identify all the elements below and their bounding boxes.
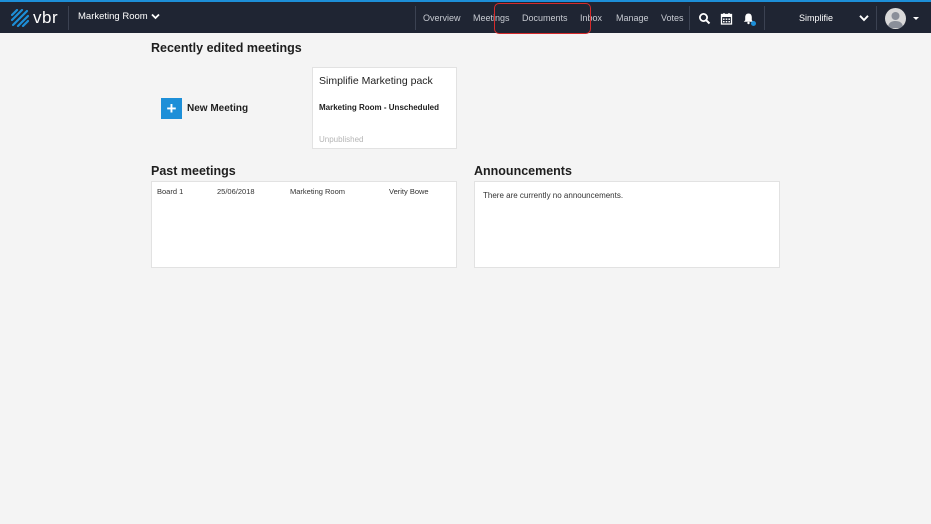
pack-status: Unpublished — [319, 135, 364, 144]
nav-manage[interactable]: Manage — [616, 13, 649, 23]
meeting-name: Board 1 — [157, 187, 184, 196]
pack-subtitle: Marketing Room - Unscheduled — [319, 103, 440, 112]
new-meeting-label: New Meeting — [187, 103, 249, 114]
recent-meetings-title: Recently edited meetings — [151, 41, 302, 55]
vbr-logo-icon — [11, 9, 29, 27]
user-icon — [888, 12, 903, 28]
divider — [876, 6, 877, 30]
room-name: Marketing Room — [78, 11, 148, 22]
top-navigation-bar: vbr Marketing Room Overview Meetings Doc… — [0, 0, 931, 34]
user-avatar[interactable] — [885, 8, 906, 29]
announcements-panel: There are currently no announcements. — [474, 181, 780, 268]
announcements-title: Announcements — [474, 164, 572, 178]
search-icon[interactable] — [698, 12, 711, 25]
divider — [764, 6, 765, 30]
divider — [415, 6, 416, 30]
documents-highlight-box — [494, 3, 591, 34]
divider — [689, 6, 690, 30]
nav-overview[interactable]: Overview — [423, 13, 461, 23]
announcements-empty-text: There are currently no announcements. — [483, 191, 624, 200]
meeting-room: Marketing Room — [290, 187, 346, 196]
organization-name[interactable]: Simplifie — [799, 13, 833, 23]
meeting-person: Verity Bowe — [389, 187, 429, 196]
past-meetings-title: Past meetings — [151, 164, 236, 178]
past-meetings-list: Board 1 25/06/2018 Marketing Room Verity… — [151, 181, 457, 268]
plus-icon: + — [161, 98, 182, 119]
room-selector[interactable]: Marketing Room — [78, 11, 160, 22]
pack-title: Simplifie Marketing pack — [319, 75, 433, 87]
chevron-down-icon — [151, 13, 160, 20]
meeting-date: 25/06/2018 — [217, 187, 255, 196]
notification-badge — [751, 21, 756, 26]
chevron-down-icon[interactable] — [859, 14, 869, 22]
logo-text: vbr — [33, 8, 59, 27]
new-meeting-button[interactable]: + New Meeting — [161, 98, 248, 119]
vbr-logo[interactable]: vbr — [11, 8, 58, 28]
meeting-pack-card[interactable]: Simplifie Marketing pack Marketing Room … — [312, 67, 457, 149]
table-row[interactable]: Board 1 25/06/2018 Marketing Room Verity… — [152, 182, 456, 200]
caret-down-icon[interactable] — [913, 17, 919, 20]
divider — [68, 6, 69, 30]
calendar-icon[interactable] — [720, 12, 733, 25]
nav-votes[interactable]: Votes — [661, 13, 684, 23]
